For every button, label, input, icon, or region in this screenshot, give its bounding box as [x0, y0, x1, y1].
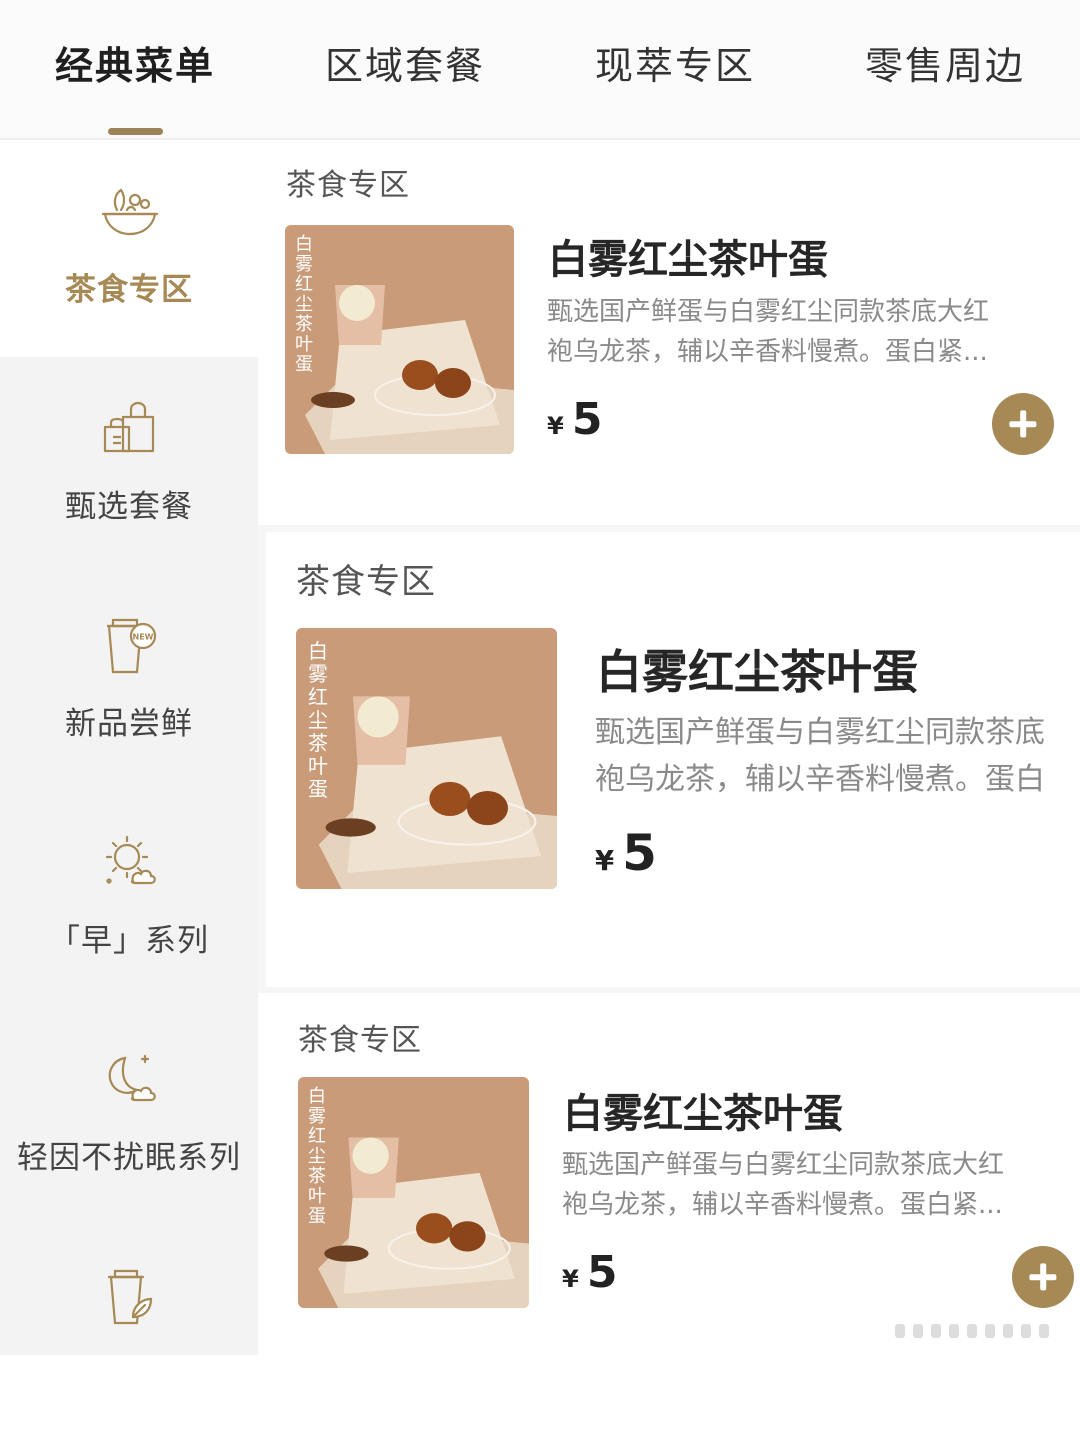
watermark-dots: [895, 1324, 1049, 1338]
product-image: 白雾红尘茶叶蛋: [298, 1077, 529, 1308]
active-tab-indicator: [108, 128, 163, 135]
product-image: 白雾红尘茶叶蛋: [296, 628, 557, 889]
product-description: 甄选国产鲜蛋与白雾红尘同款茶底大红 袍乌龙茶，辅以辛香料慢煮。蛋白紧...: [562, 1150, 1005, 1221]
product-card[interactable]: 茶食专区 白雾红尘茶叶蛋 白雾红尘茶叶蛋 甄选国产鲜蛋与白雾红尘同款茶底大红 袍…: [258, 993, 1080, 1355]
product-name: 白雾红尘茶叶蛋: [563, 1091, 843, 1137]
tab-classic-menu[interactable]: 经典菜单: [40, 38, 230, 94]
svg-text:NEW: NEW: [133, 633, 154, 642]
section-title: 茶食专区: [296, 562, 436, 602]
top-tab-bar: 经典菜单 区域套餐 现萃专区 零售周边: [0, 0, 1080, 140]
tea-egg-image: [296, 628, 557, 889]
moon-cloud-icon: [108, 1054, 156, 1102]
product-card[interactable]: 茶食专区 白雾红尘茶叶蛋 白雾红尘茶叶蛋 甄选国产鲜蛋与白雾红尘同款茶底大红 袍…: [258, 140, 1080, 525]
new-cup-icon: NEW: [107, 618, 157, 674]
sun-cloud-icon: [105, 835, 156, 885]
sidebar-item-low-caffeine-series[interactable]: 轻因不扰眠系列: [0, 1008, 258, 1225]
sidebar-item-cup-series[interactable]: [0, 1225, 258, 1442]
product-price: ¥5: [562, 1247, 618, 1298]
tab-regional-combo[interactable]: 区域套餐: [310, 38, 500, 94]
image-caption: 白雾红尘茶叶蛋: [308, 1086, 326, 1227]
category-sidebar: 茶食专区 甄选套餐 NEW 新品尝鲜 「早」系列 轻因不扰眠系列: [0, 140, 258, 1355]
product-description: 甄选国产鲜蛋与白雾红尘同款茶底 袍乌龙茶，辅以辛香料慢煮。蛋白: [595, 715, 1045, 797]
product-price: ¥5: [547, 394, 603, 445]
add-to-cart-button[interactable]: [1012, 1246, 1074, 1308]
sidebar-item-morning-series[interactable]: 「早」系列: [0, 791, 258, 1008]
sidebar-item-label: 「早」系列: [49, 923, 209, 959]
product-name: 白雾红尘茶叶蛋: [548, 237, 828, 283]
product-name: 白雾红尘茶叶蛋: [596, 645, 918, 699]
shopping-bag-icon: [103, 401, 155, 453]
product-description: 甄选国产鲜蛋与白雾红尘同款茶底大红 袍乌龙茶，辅以辛香料慢煮。蛋白紧...: [547, 297, 990, 368]
product-list: 茶食专区 白雾红尘茶叶蛋 白雾红尘茶叶蛋 甄选国产鲜蛋与白雾红尘同款茶底大红 袍…: [258, 140, 1080, 1355]
add-to-cart-button[interactable]: [992, 393, 1054, 455]
sidebar-item-new-arrivals[interactable]: NEW 新品尝鲜: [0, 574, 258, 791]
section-title: 茶食专区: [298, 1023, 422, 1058]
sidebar-item-tea-snacks[interactable]: 茶食专区: [0, 140, 258, 357]
bowl-icon: [101, 188, 159, 236]
sidebar-item-label: 新品尝鲜: [65, 706, 193, 742]
product-image: 白雾红尘茶叶蛋: [285, 225, 514, 454]
product-card[interactable]: 茶食专区 白雾红尘茶叶蛋 白雾红尘茶叶蛋 甄选国产鲜蛋与白雾红尘同款茶底 袍乌龙…: [266, 532, 1080, 987]
sidebar-item-label: 轻因不扰眠系列: [17, 1140, 241, 1176]
tab-fresh-brew[interactable]: 现萃专区: [580, 38, 770, 94]
image-caption: 白雾红尘茶叶蛋: [308, 639, 328, 801]
image-caption: 白雾红尘茶叶蛋: [295, 234, 313, 375]
cup-leaf-icon: [107, 1269, 153, 1325]
sidebar-item-label: 甄选套餐: [65, 489, 193, 525]
tab-retail-merch[interactable]: 零售周边: [850, 38, 1040, 94]
section-title: 茶食专区: [286, 168, 410, 203]
tea-egg-image: [285, 225, 514, 454]
product-price: ¥5: [595, 824, 657, 882]
sidebar-item-label: 茶食专区: [65, 272, 193, 308]
tea-egg-image: [298, 1077, 529, 1308]
sidebar-item-combos[interactable]: 甄选套餐: [0, 357, 258, 574]
